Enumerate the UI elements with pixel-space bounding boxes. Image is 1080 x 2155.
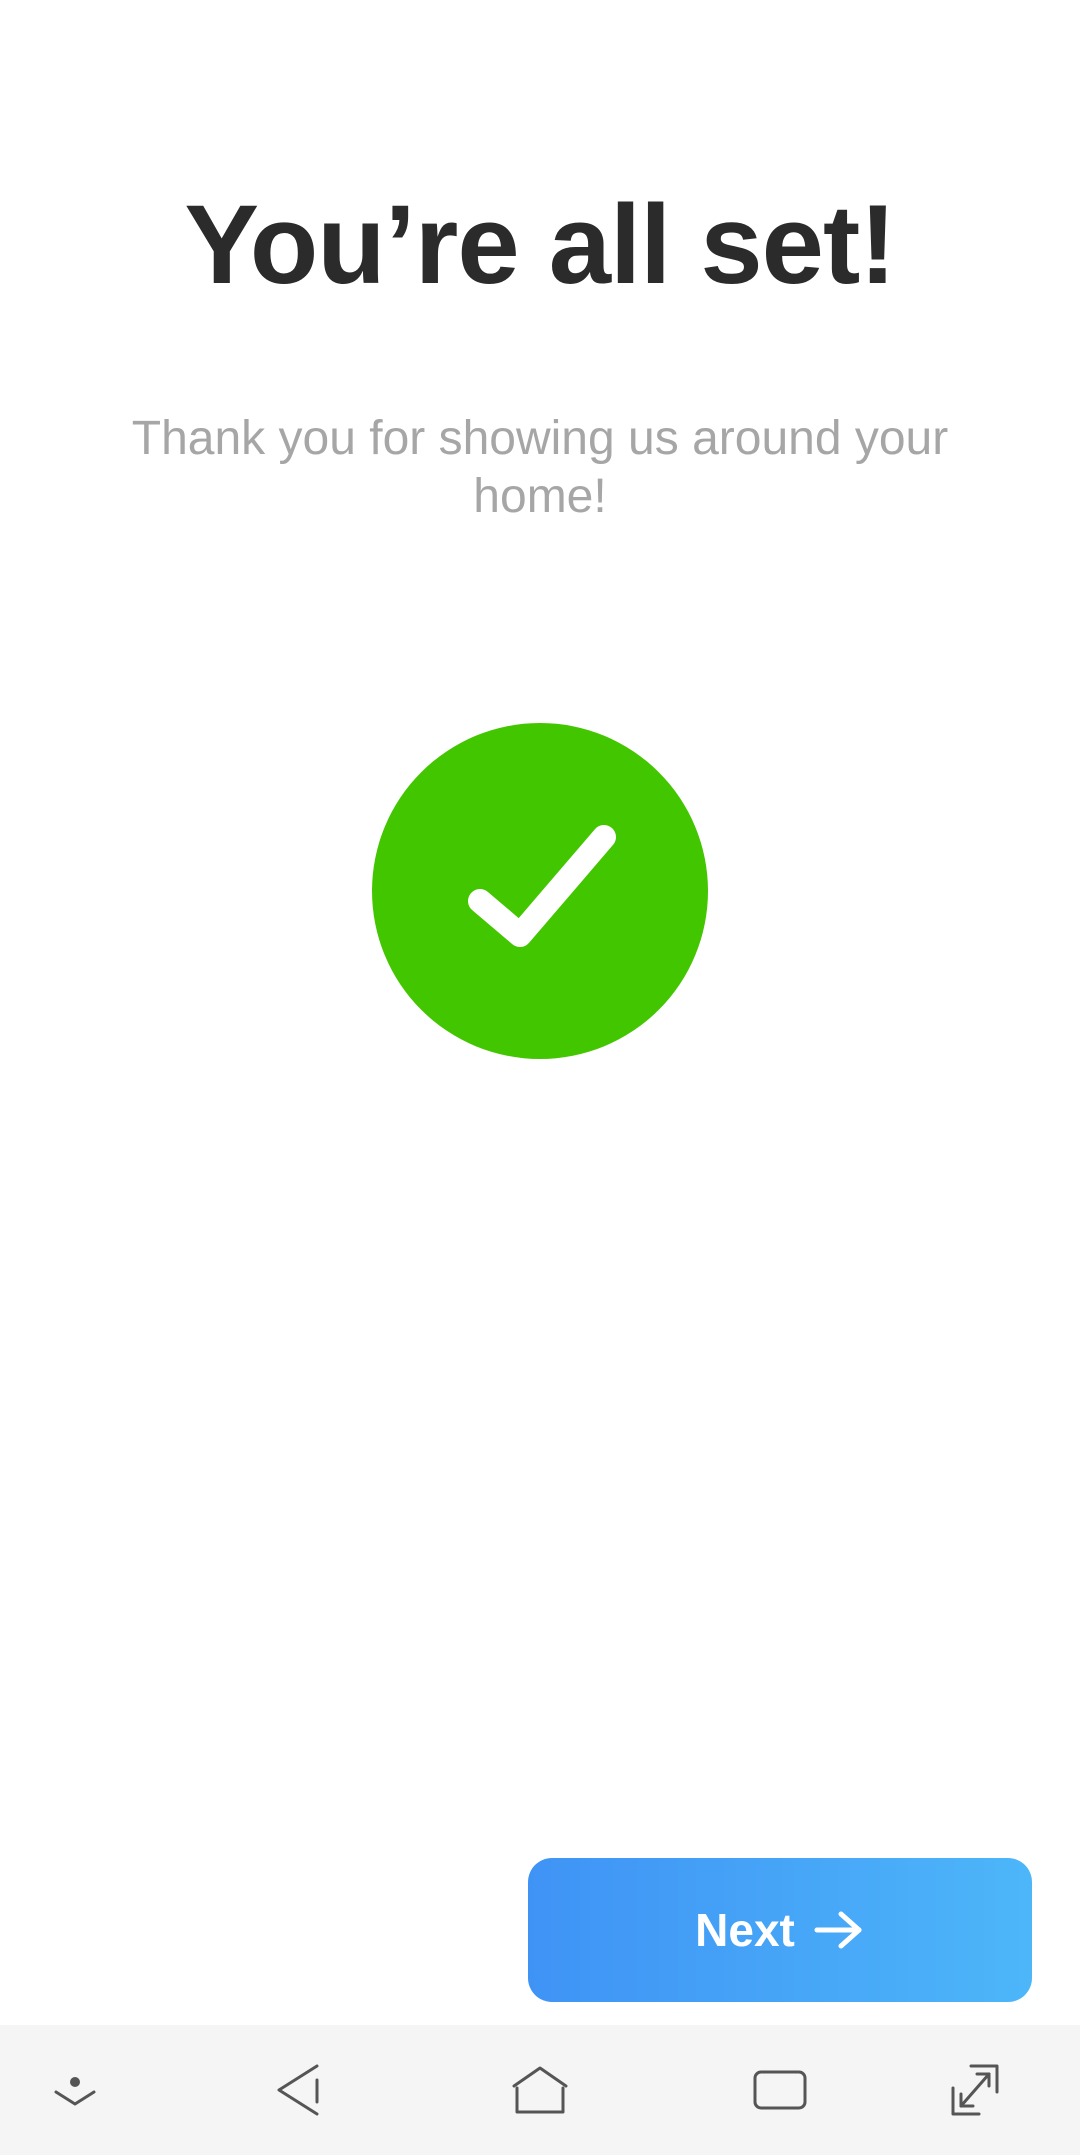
page-title: You’re all set!: [184, 182, 896, 307]
back-triangle-icon: [277, 2064, 319, 2116]
system-navigation-bar: [0, 2025, 1080, 2155]
expand-icon: [951, 2064, 999, 2116]
success-checkmark-badge: [372, 723, 708, 1059]
next-button-label: Next: [695, 1904, 795, 1956]
home-icon: [512, 2066, 568, 2114]
next-button[interactable]: Next: [528, 1858, 1032, 2002]
page-subtitle: Thank you for showing us around your hom…: [131, 412, 949, 523]
hide-keyboard-button[interactable]: [15, 2025, 135, 2155]
chevron-down-dot-icon: [54, 2077, 96, 2106]
back-button[interactable]: [240, 2025, 360, 2155]
home-button[interactable]: [480, 2025, 600, 2155]
arrow-right-icon: [814, 1911, 862, 1949]
expand-button[interactable]: [915, 2025, 1035, 2155]
recents-icon: [753, 2070, 807, 2110]
checkmark-icon: [468, 825, 616, 947]
recents-button[interactable]: [720, 2025, 840, 2155]
